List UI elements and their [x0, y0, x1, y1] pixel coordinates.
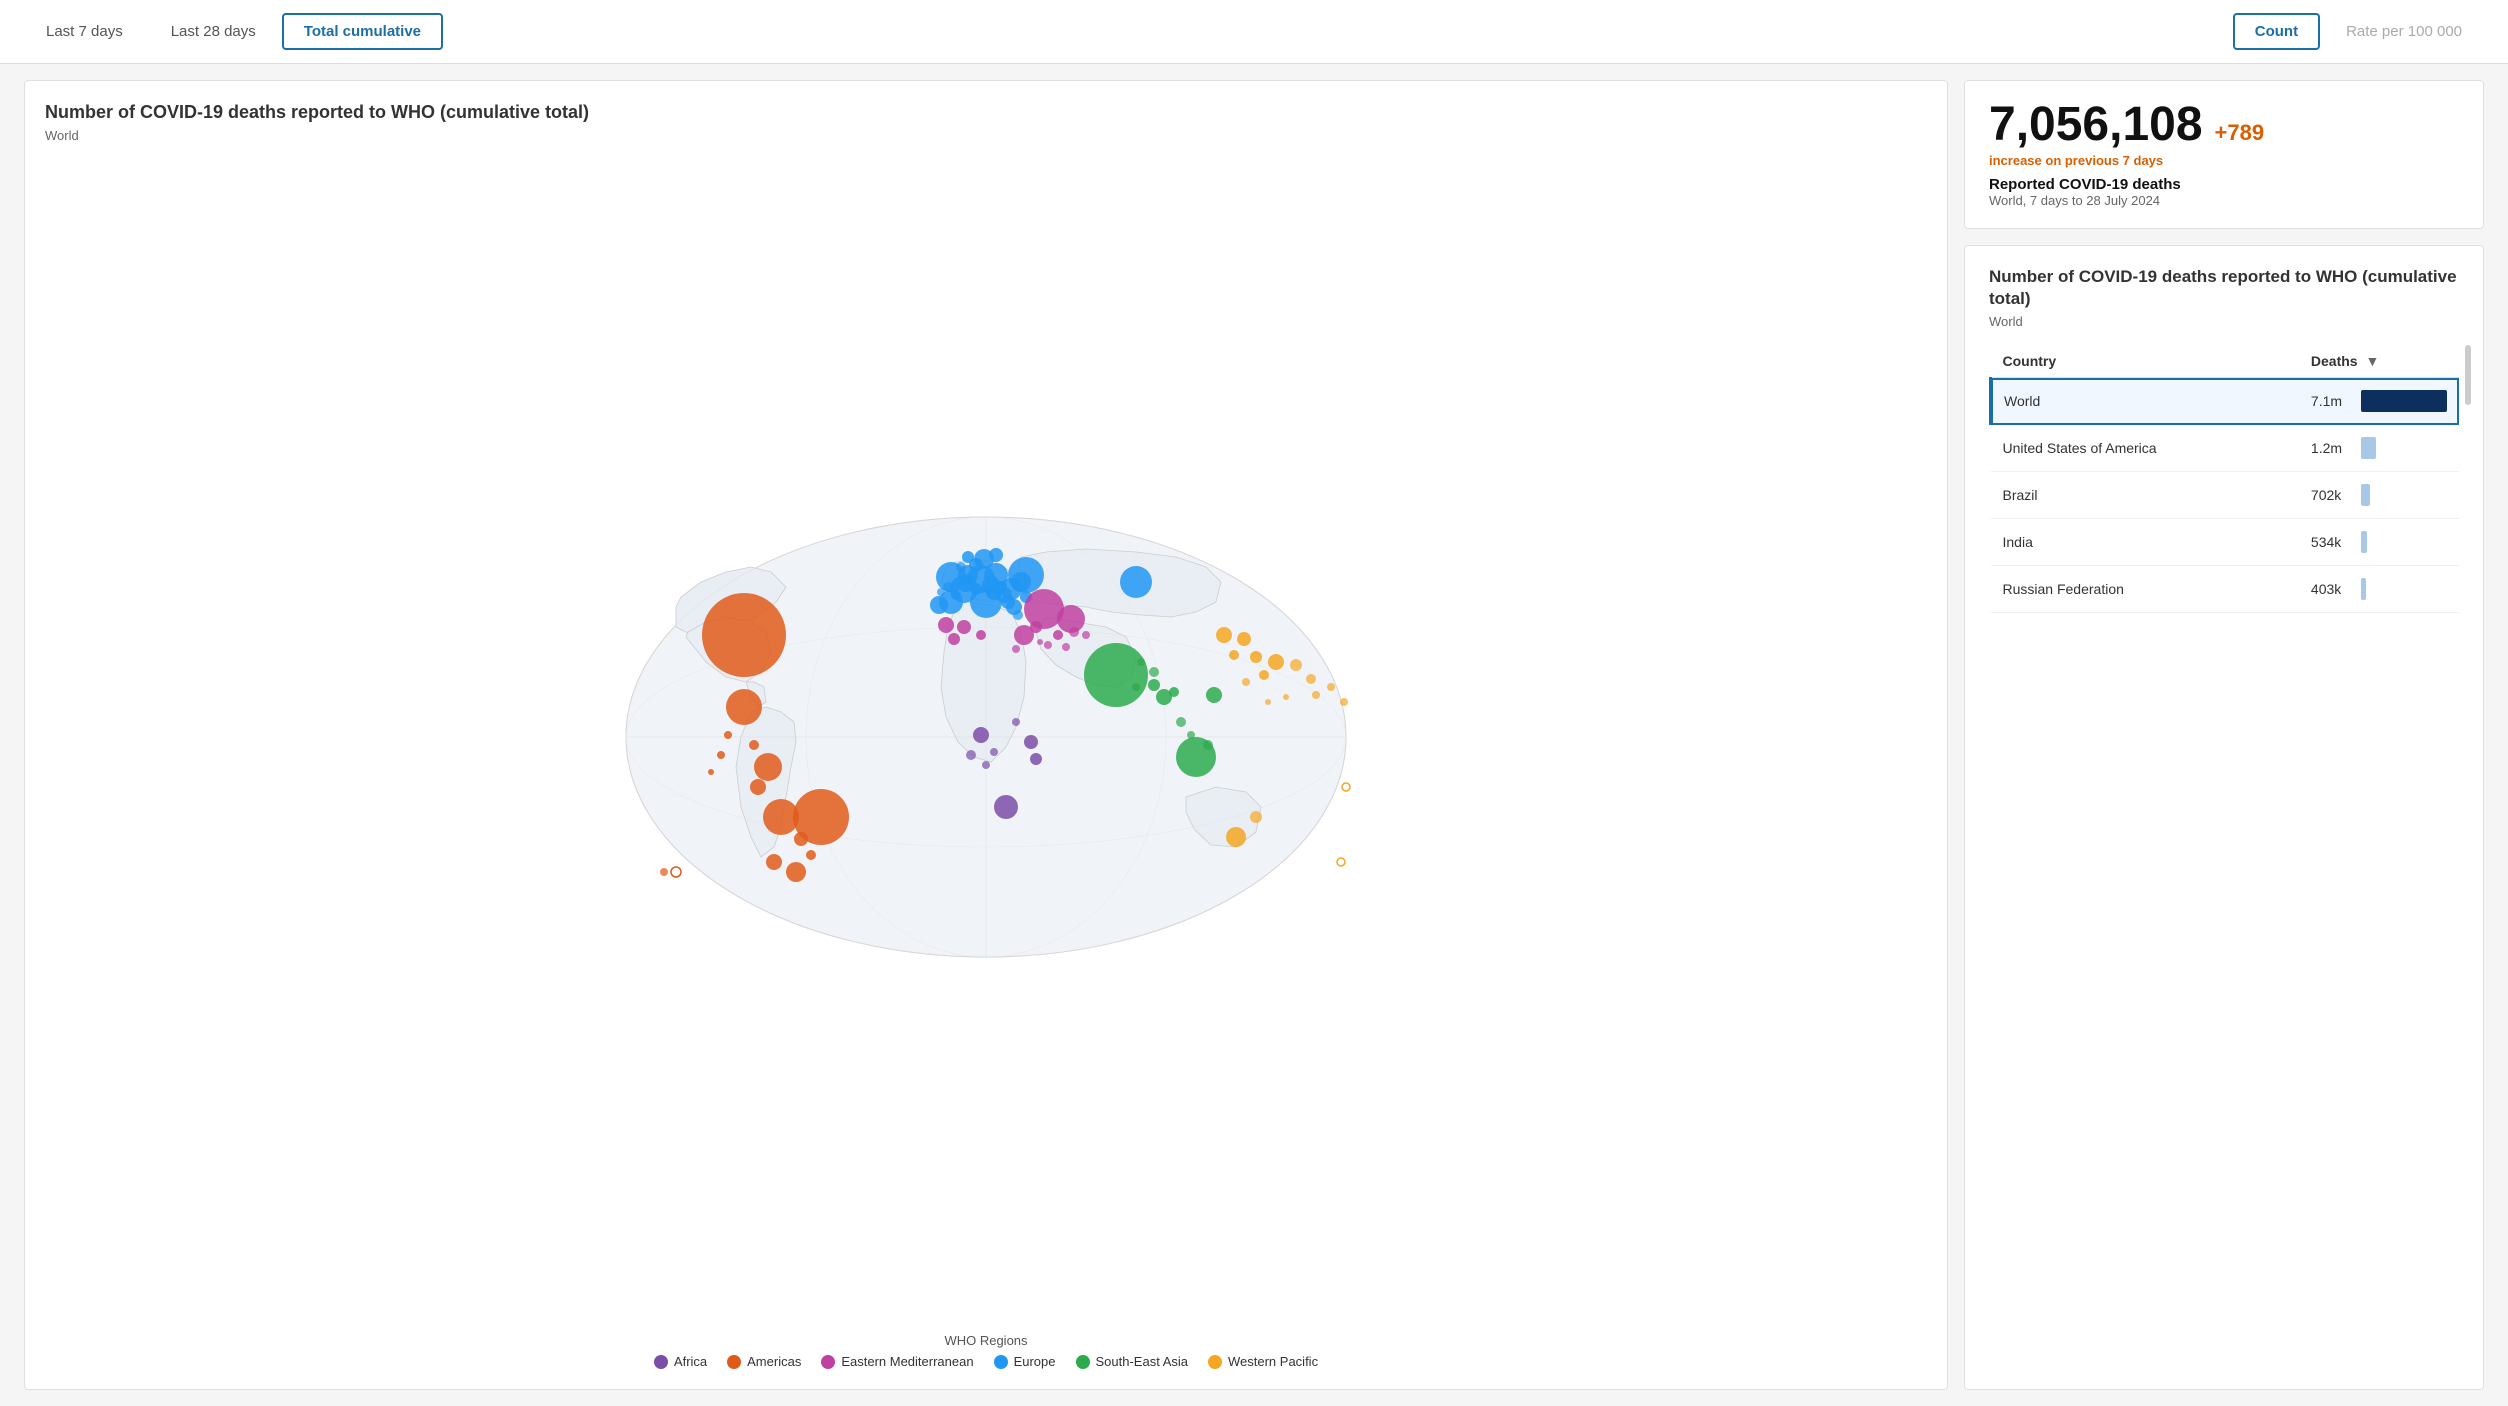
world-map [596, 487, 1376, 990]
bar-cell: 7.1m [2311, 390, 2447, 412]
stats-main-number: 7,056,108 [1989, 101, 2203, 149]
legend-title: WHO Regions [45, 1333, 1927, 1348]
cell-deaths: 1.2m [2299, 425, 2459, 472]
cell-deaths: 7.1m [2299, 378, 2459, 425]
americas-dot [727, 1355, 741, 1369]
bar-value: 702k [2311, 487, 2353, 503]
cell-country: Russian Federation [1991, 566, 2299, 613]
time-period-tabs: Last 7 days Last 28 days Total cumulativ… [24, 13, 443, 50]
table-scroll-area[interactable]: Country Deaths ▼ World 7.1m [1989, 345, 2459, 613]
africa-dot [654, 1355, 668, 1369]
bar-fill [2361, 531, 2367, 553]
legend-eastern-med: Eastern Mediterranean [821, 1354, 973, 1369]
map-subtitle: World [45, 128, 1927, 143]
tab-total-cumulative[interactable]: Total cumulative [282, 13, 443, 50]
table-row[interactable]: Russian Federation 403k [1991, 566, 2460, 613]
table-row[interactable]: United States of America 1.2m [1991, 425, 2460, 472]
south-east-asia-label: South-East Asia [1096, 1354, 1189, 1369]
bar-fill [2361, 390, 2447, 412]
bar-fill [2361, 484, 2370, 506]
africa-label: Africa [674, 1354, 707, 1369]
bar-cell: 1.2m [2311, 437, 2447, 459]
table-row[interactable]: India 534k [1991, 519, 2460, 566]
map-container[interactable] [45, 155, 1927, 1321]
legend-africa: Africa [654, 1354, 707, 1369]
table-card: Number of COVID-19 deaths reported to WH… [1964, 245, 2484, 1390]
bar-track [2361, 390, 2447, 412]
map-legend: WHO Regions Africa Americas Eastern Medi… [45, 1333, 1927, 1369]
map-title: Number of COVID-19 deaths reported to WH… [45, 101, 1927, 124]
cell-deaths: 702k [2299, 472, 2459, 519]
sort-arrow: ▼ [2365, 353, 2379, 369]
metric-tabs: Count Rate per 100 000 [2233, 13, 2484, 50]
bar-track [2361, 531, 2447, 553]
stats-card: 7,056,108 +789 increase on previous 7 da… [1964, 80, 2484, 229]
table-header: Country Deaths ▼ [1991, 345, 2460, 378]
col-country: Country [1991, 345, 2299, 378]
bar-cell: 534k [2311, 531, 2447, 553]
page-header: Last 7 days Last 28 days Total cumulativ… [0, 0, 2508, 64]
metric-count[interactable]: Count [2233, 13, 2320, 50]
col-deaths[interactable]: Deaths ▼ [2299, 345, 2459, 378]
tab-last7[interactable]: Last 7 days [24, 13, 145, 50]
cell-country: Brazil [1991, 472, 2299, 519]
bar-cell: 403k [2311, 578, 2447, 600]
south-east-asia-dot [1076, 1355, 1090, 1369]
bar-value: 7.1m [2311, 393, 2353, 409]
bar-value: 534k [2311, 534, 2353, 550]
eastern-med-dot [821, 1355, 835, 1369]
bar-value: 1.2m [2311, 440, 2353, 456]
legend-items: Africa Americas Eastern Mediterranean Eu… [45, 1354, 1927, 1369]
stats-main-row: 7,056,108 +789 [1989, 101, 2459, 149]
metric-rate[interactable]: Rate per 100 000 [2324, 13, 2484, 50]
bar-track [2361, 578, 2447, 600]
bar-fill [2361, 578, 2366, 600]
cell-deaths: 534k [2299, 519, 2459, 566]
western-pacific-dot [1208, 1355, 1222, 1369]
table-card-title: Number of COVID-19 deaths reported to WH… [1989, 266, 2459, 310]
legend-western-pacific: Western Pacific [1208, 1354, 1318, 1369]
right-panel: 7,056,108 +789 increase on previous 7 da… [1964, 80, 2484, 1390]
cell-country: India [1991, 519, 2299, 566]
bar-fill [2361, 437, 2376, 459]
stats-context: World, 7 days to 28 July 2024 [1989, 193, 2459, 208]
main-content: Number of COVID-19 deaths reported to WH… [0, 64, 2508, 1406]
table-card-subtitle: World [1989, 314, 2459, 329]
stats-delta: +789 [2215, 120, 2265, 146]
tab-last28[interactable]: Last 28 days [149, 13, 278, 50]
legend-americas: Americas [727, 1354, 801, 1369]
deaths-table: Country Deaths ▼ World 7.1m [1989, 345, 2459, 613]
western-pacific-label: Western Pacific [1228, 1354, 1318, 1369]
legend-south-east-asia: South-East Asia [1076, 1354, 1189, 1369]
europe-label: Europe [1014, 1354, 1056, 1369]
bar-track [2361, 484, 2447, 506]
legend-europe: Europe [994, 1354, 1056, 1369]
bar-value: 403k [2311, 581, 2353, 597]
map-panel: Number of COVID-19 deaths reported to WH… [24, 80, 1948, 1390]
cell-country: World [1991, 378, 2299, 425]
table-body: World 7.1m United S [1991, 378, 2460, 613]
table-row[interactable]: Brazil 702k [1991, 472, 2460, 519]
cell-deaths: 403k [2299, 566, 2459, 613]
americas-label: Americas [747, 1354, 801, 1369]
eastern-med-label: Eastern Mediterranean [841, 1354, 973, 1369]
stats-delta-label: increase on previous 7 days [1989, 153, 2459, 168]
bar-cell: 702k [2311, 484, 2447, 506]
stats-label: Reported COVID-19 deaths [1989, 176, 2459, 193]
bar-track [2361, 437, 2447, 459]
table-row[interactable]: World 7.1m [1991, 378, 2460, 425]
cell-country: United States of America [1991, 425, 2299, 472]
europe-dot [994, 1355, 1008, 1369]
scrollbar[interactable] [2465, 345, 2471, 405]
